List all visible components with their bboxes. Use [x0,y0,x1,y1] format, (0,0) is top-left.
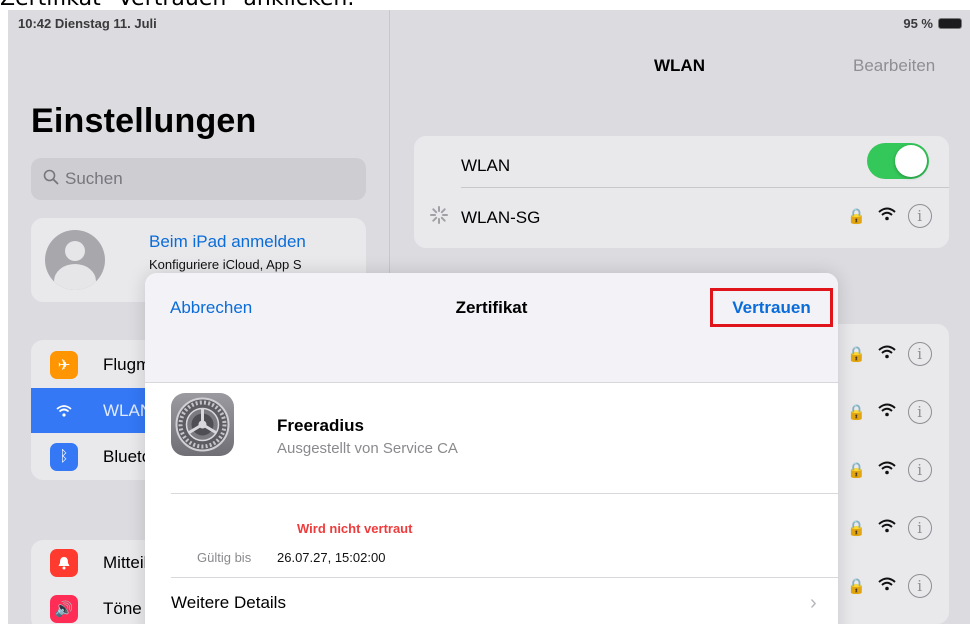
lock-icon: 🔒 [847,404,866,421]
lock-icon: 🔒 [847,578,866,595]
loading-spinner-icon [430,206,448,229]
search-input[interactable]: Suchen [31,158,366,200]
divider [171,577,838,578]
sign-in-link[interactable]: Beim iPad anmelden [149,232,306,252]
wifi-toggle[interactable] [867,143,929,179]
wifi-card: WLAN WLAN-SG 🔒 i [414,136,949,248]
network-name: WLAN-SG [461,208,541,227]
status-battery: 95 % [903,16,962,31]
status-time: 10:42 Dienstag 11. Juli [18,16,157,31]
network-status-icons: 🔒 i [847,400,932,424]
wifi-signal-icon [878,461,896,479]
certificate-issuer: Ausgestellt von Service CA [277,440,458,457]
valid-until-label: Gültig bis [197,550,252,565]
info-icon[interactable]: i [907,342,932,366]
network-status-icons: 🔒 i [847,574,932,598]
lock-icon: 🔒 [847,346,866,363]
trust-button[interactable]: Vertrauen [710,288,833,327]
wifi-icon [50,396,78,425]
info-icon[interactable]: i [907,458,932,482]
sound-icon: 🔊 [50,594,78,623]
network-status-icons: 🔒 i [847,516,932,540]
valid-until-value: 26.07.27, 15:02:00 [277,550,386,565]
chevron-right-icon: › [810,592,817,614]
info-icon[interactable]: i [907,516,932,540]
trust-button-label: Vertrauen [732,297,811,317]
bluetooth-icon: ᛒ [50,442,78,471]
search-icon [43,169,59,190]
more-details-row[interactable]: Weitere Details [171,593,286,613]
sidebar-title: Einstellungen [31,102,257,140]
account-subtitle: Konfiguriere iCloud, App S [149,257,302,272]
edit-button[interactable]: Bearbeiten [853,56,935,76]
info-icon[interactable]: i [907,574,932,598]
notifications-icon [50,548,78,577]
network-status-icons: 🔒 i [847,204,932,228]
wifi-signal-icon [878,577,896,595]
lock-icon: 🔒 [847,520,866,537]
divider [171,493,838,494]
info-icon[interactable]: i [907,204,932,228]
pane-title: WLAN [654,56,705,75]
wifi-signal-icon [878,345,896,363]
sheet-header: Zertifikat Abbrechen Vertrauen [145,273,838,383]
trust-status: Wird nicht vertraut [297,521,413,536]
airplane-icon: ✈ [50,350,78,379]
network-status-icons: 🔒 i [847,458,932,482]
wifi-toggle-label: WLAN [461,156,511,175]
divider [461,187,949,188]
info-icon[interactable]: i [907,400,932,424]
ipad-screen: Einstellungen Suchen Beim iPad anmelden … [8,10,970,624]
certificate-name: Freeradius [277,416,364,435]
lock-icon: 🔒 [847,208,866,225]
sidebar-item-label: Töne [103,598,142,618]
settings-gear-icon [171,393,234,456]
certificate-sheet: Zertifikat Abbrechen Vertrauen Freeradiu… [145,273,838,624]
battery-percent: 95 % [903,16,933,31]
wifi-signal-icon [878,403,896,421]
battery-icon [938,18,962,29]
wifi-signal-icon [878,207,896,225]
lock-icon: 🔒 [847,462,866,479]
network-status-icons: 🔒 i [847,342,932,366]
avatar [45,230,105,290]
search-placeholder: Suchen [65,169,123,188]
wifi-signal-icon [878,519,896,537]
cancel-button[interactable]: Abbrechen [170,298,252,318]
